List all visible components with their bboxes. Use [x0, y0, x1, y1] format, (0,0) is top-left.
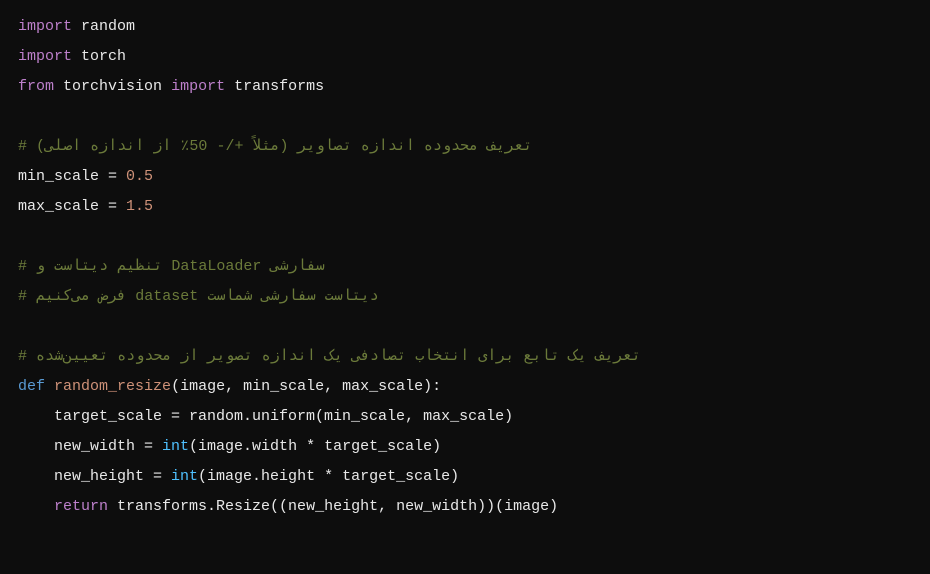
- keyword-import: import: [171, 78, 225, 95]
- variable: max_scale: [18, 198, 99, 215]
- number-literal: 0.5: [126, 168, 153, 185]
- code-text: (image.height * target_scale): [198, 468, 459, 485]
- operator: =: [99, 168, 126, 185]
- comment-text: # تعریف محدوده اندازه تصاویر (مثلاً +/- …: [18, 138, 532, 155]
- keyword-from: from: [18, 78, 54, 95]
- variable: min_scale: [18, 168, 99, 185]
- code-line-blank: [18, 312, 912, 342]
- code-line-comment-2: # تنظیم دیتاست و DataLoader سفارشی: [18, 252, 912, 282]
- keyword-return: return: [54, 498, 108, 515]
- keyword-import: import: [18, 18, 72, 35]
- code-line-2: import torch: [18, 42, 912, 72]
- code-line-7: max_scale = 1.5: [18, 192, 912, 222]
- code-line-16: new_height = int(image.height * target_s…: [18, 462, 912, 492]
- module-name: random: [81, 18, 135, 35]
- function-params: (image, min_scale, max_scale):: [171, 378, 441, 395]
- module-name: torchvision: [63, 78, 162, 95]
- keyword-import: import: [18, 48, 72, 65]
- code-text: new_width =: [18, 438, 162, 455]
- code-line-6: min_scale = 0.5: [18, 162, 912, 192]
- code-line-17: return transforms.Resize((new_height, ne…: [18, 492, 912, 522]
- code-line-15: new_width = int(image.width * target_sca…: [18, 432, 912, 462]
- code-line-blank: [18, 102, 912, 132]
- code-line-blank: [18, 222, 912, 252]
- code-line-3: from torchvision import transforms: [18, 72, 912, 102]
- import-name: transforms: [234, 78, 324, 95]
- number-literal: 1.5: [126, 198, 153, 215]
- function-name: random_resize: [54, 378, 171, 395]
- module-name: torch: [81, 48, 126, 65]
- builtin-int: int: [162, 438, 189, 455]
- code-line-comment-3: # فرض می‌کنیم dataset دیتاست سفارشی شماس…: [18, 282, 912, 312]
- keyword-def: def: [18, 378, 45, 395]
- code-text: new_height =: [18, 468, 171, 485]
- code-text: target_scale = random.uniform(min_scale,…: [18, 408, 513, 425]
- code-line-comment-4: # تعریف یک تابع برای انتخاب تصادفی یک ان…: [18, 342, 912, 372]
- comment-text: # تعریف یک تابع برای انتخاب تصادفی یک ان…: [18, 348, 641, 365]
- code-block: import random import torch from torchvis…: [18, 12, 912, 522]
- code-text: (image.width * target_scale): [189, 438, 441, 455]
- operator: =: [99, 198, 126, 215]
- code-line-comment-1: # تعریف محدوده اندازه تصاویر (مثلاً +/- …: [18, 132, 912, 162]
- code-line-13: def random_resize(image, min_scale, max_…: [18, 372, 912, 402]
- comment-text: # فرض می‌کنیم dataset دیتاست سفارشی شماس…: [18, 288, 379, 305]
- code-text: transforms.Resize((new_height, new_width…: [108, 498, 558, 515]
- comment-text: # تنظیم دیتاست و DataLoader سفارشی: [18, 258, 325, 275]
- code-line-14: target_scale = random.uniform(min_scale,…: [18, 402, 912, 432]
- builtin-int: int: [171, 468, 198, 485]
- code-line-1: import random: [18, 12, 912, 42]
